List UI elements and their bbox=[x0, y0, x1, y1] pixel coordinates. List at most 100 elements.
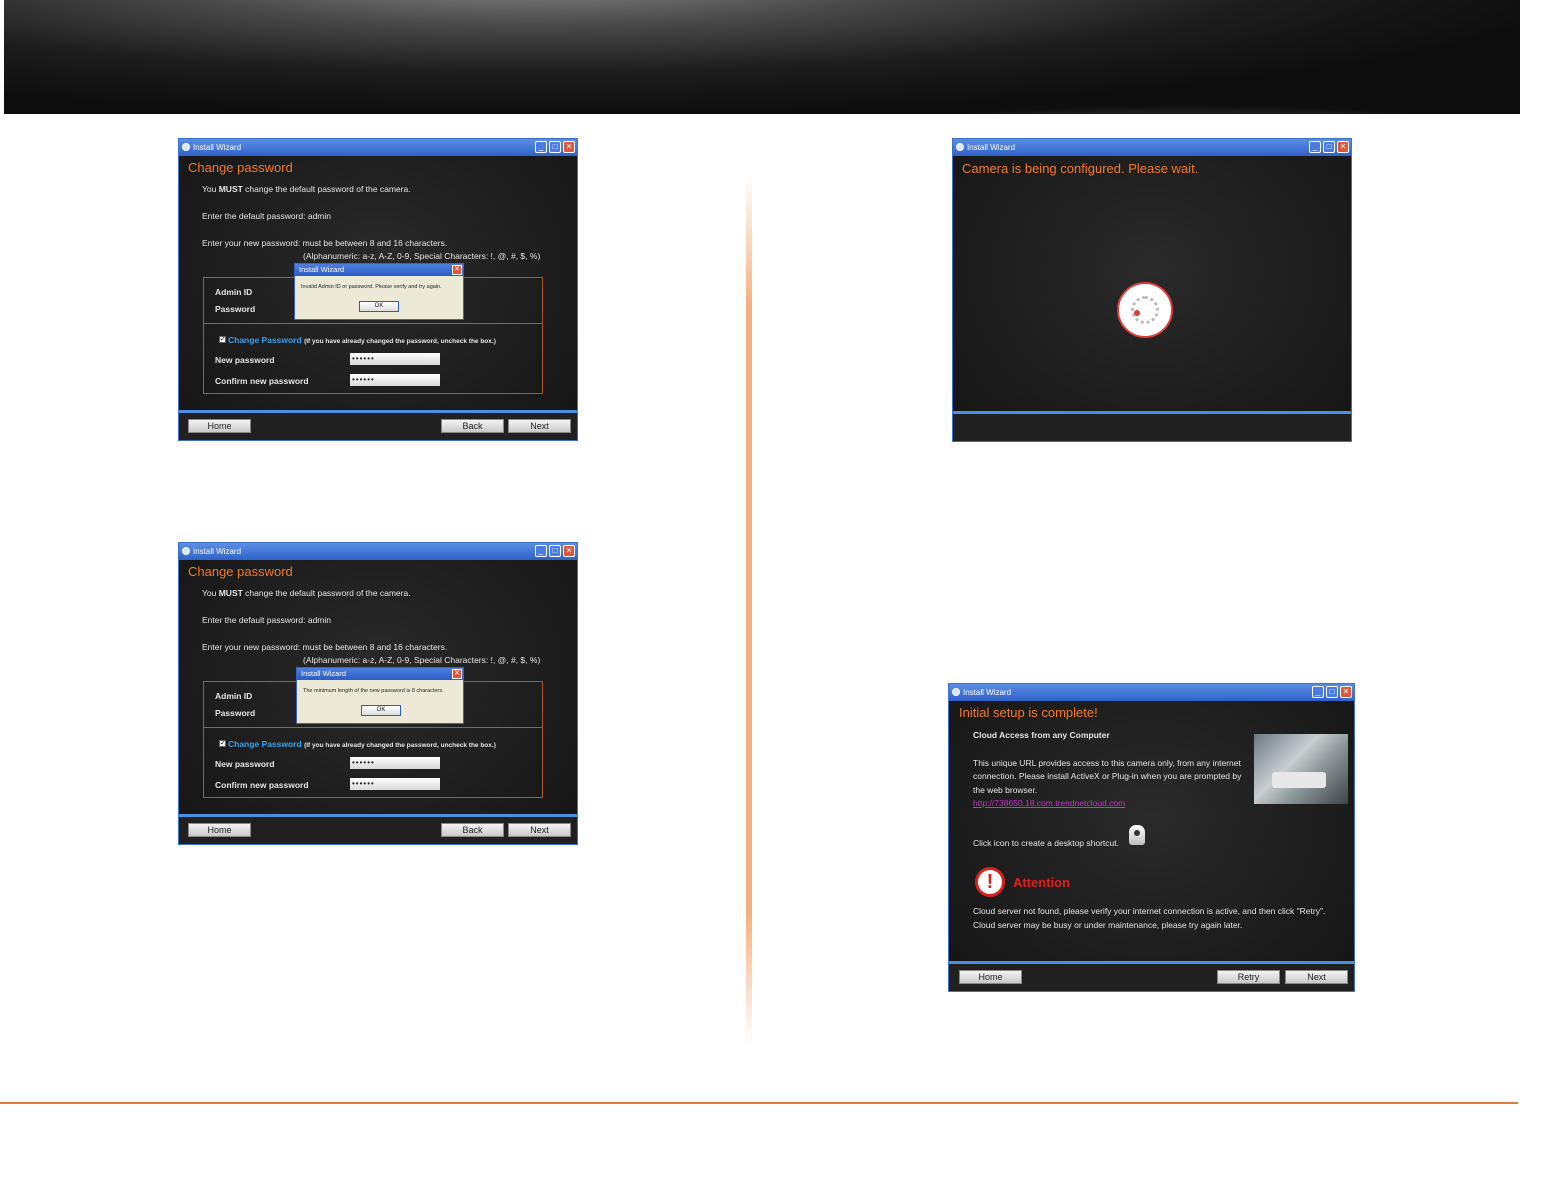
install-wizard-window-3: Install Wizard _ □ ✕ Camera is being con… bbox=[952, 138, 1352, 442]
home-button[interactable]: Home bbox=[959, 970, 1022, 984]
button-bar bbox=[953, 414, 1351, 441]
window-title: Install Wizard bbox=[193, 547, 242, 556]
must-post: change the default password of the camer… bbox=[242, 588, 411, 598]
change-password-label[interactable]: Change Password bbox=[228, 739, 302, 749]
new-password-rule: Enter your new password: must be between… bbox=[202, 642, 448, 652]
change-password-label[interactable]: Change Password bbox=[228, 335, 302, 345]
window-body: Initial setup is complete! Cloud Access … bbox=[949, 701, 1354, 991]
dialog-title[interactable]: Install Wizard bbox=[295, 264, 463, 276]
confirm-password-input[interactable]: •••••• bbox=[350, 374, 440, 386]
box-separator bbox=[204, 323, 542, 324]
close-icon[interactable]: ✕ bbox=[1340, 686, 1352, 698]
attention-label: Attention bbox=[1013, 875, 1071, 890]
allowed-characters: (Alphanumeric: a-z, A-Z, 0-9, Special Ch… bbox=[303, 655, 541, 665]
home-button[interactable]: Home bbox=[188, 419, 251, 433]
cloud-text-line-3: the web browser. bbox=[973, 785, 1038, 795]
dialog-message: The minimum length of the new password i… bbox=[303, 688, 444, 694]
cloud-url-link[interactable]: http://738650.18.com.trendnetcloud.com bbox=[973, 798, 1125, 808]
minimize-icon[interactable]: _ bbox=[535, 141, 547, 153]
app-icon bbox=[182, 143, 190, 151]
new-password-input[interactable]: •••••• bbox=[350, 353, 440, 365]
page-title: Initial setup is complete! bbox=[959, 705, 1098, 720]
close-icon[interactable]: ✕ bbox=[563, 545, 575, 557]
change-password-note: (If you have already changed the passwor… bbox=[304, 338, 496, 345]
install-wizard-window-1: Install Wizard _ □ ✕ Change password You… bbox=[178, 138, 578, 441]
title-bar[interactable]: Install Wizard _ □ ✕ bbox=[949, 684, 1354, 701]
back-button[interactable]: Back bbox=[441, 823, 504, 837]
page-title: Change password bbox=[188, 564, 293, 579]
error-dialog: Install Wizard ✕ Invalid Admin ID or pas… bbox=[294, 263, 464, 320]
confirm-password-label: Confirm new password bbox=[215, 780, 309, 790]
app-icon bbox=[182, 547, 190, 555]
loading-spinner-icon bbox=[1117, 282, 1173, 338]
change-password-row: Change Password (If you have already cha… bbox=[228, 739, 496, 749]
close-icon[interactable]: ✕ bbox=[563, 141, 575, 153]
allowed-characters: (Alphanumeric: a-z, A-Z, 0-9, Special Ch… bbox=[303, 251, 541, 261]
confirm-password-input[interactable]: •••••• bbox=[350, 778, 440, 790]
dialog-title[interactable]: Install Wizard bbox=[297, 668, 463, 680]
must-change-text: You MUST change the default password of … bbox=[202, 588, 411, 598]
title-bar[interactable]: Install Wizard _ □ ✕ bbox=[953, 139, 1351, 156]
window-controls: _ □ ✕ bbox=[1309, 141, 1349, 154]
password-label: Password bbox=[215, 304, 256, 314]
maximize-icon[interactable]: □ bbox=[1326, 686, 1338, 698]
cloud-access-heading: Cloud Access from any Computer bbox=[973, 730, 1110, 740]
window-title: Install Wizard bbox=[963, 688, 1012, 697]
maximize-icon[interactable]: □ bbox=[549, 141, 561, 153]
cloud-text-line-2: connection. Please install ActiveX or Pl… bbox=[973, 771, 1242, 781]
page-title: Camera is being configured. Please wait. bbox=[962, 161, 1199, 176]
home-button[interactable]: Home bbox=[188, 823, 251, 837]
window-controls: _ □ ✕ bbox=[535, 545, 575, 558]
close-icon[interactable]: ✕ bbox=[1337, 141, 1349, 153]
change-password-checkbox[interactable]: ✓ bbox=[219, 740, 226, 747]
must-bold: MUST bbox=[218, 184, 243, 194]
window-body: Camera is being configured. Please wait. bbox=[953, 156, 1351, 441]
dialog-ok-button[interactable]: OK bbox=[361, 705, 401, 716]
must-pre: You bbox=[202, 588, 219, 598]
new-password-rule: Enter your new password: must be between… bbox=[202, 238, 448, 248]
maximize-icon[interactable]: □ bbox=[549, 545, 561, 557]
install-wizard-window-4: Install Wizard _ □ ✕ Initial setup is co… bbox=[948, 683, 1355, 992]
page-divider bbox=[746, 175, 752, 1045]
cloud-text-line-1: This unique URL provides access to this … bbox=[973, 758, 1241, 768]
next-button[interactable]: Next bbox=[508, 823, 571, 837]
footer-line bbox=[0, 1102, 1518, 1104]
must-pre: You bbox=[202, 184, 219, 194]
dialog-ok-button[interactable]: OK bbox=[359, 301, 399, 312]
box-separator bbox=[204, 727, 542, 728]
admin-id-label: Admin ID bbox=[215, 287, 253, 297]
minimize-icon[interactable]: _ bbox=[535, 545, 547, 557]
warning-line-2: Cloud server may be busy or under mainte… bbox=[973, 920, 1243, 930]
back-button[interactable]: Back bbox=[441, 419, 504, 433]
title-bar[interactable]: Install Wizard _ □ ✕ bbox=[179, 543, 577, 560]
must-bold: MUST bbox=[218, 588, 243, 598]
window-title: Install Wizard bbox=[193, 143, 242, 152]
dialog-close-icon[interactable]: ✕ bbox=[452, 669, 462, 679]
shortcut-text: Click icon to create a desktop shortcut. bbox=[973, 838, 1119, 848]
admin-id-label: Admin ID bbox=[215, 691, 253, 701]
next-button[interactable]: Next bbox=[1285, 970, 1348, 984]
retry-button[interactable]: Retry bbox=[1217, 970, 1280, 984]
title-bar[interactable]: Install Wizard _ □ ✕ bbox=[179, 139, 577, 156]
next-button[interactable]: Next bbox=[508, 419, 571, 433]
minimize-icon[interactable]: _ bbox=[1309, 141, 1321, 153]
page-title: Change password bbox=[188, 160, 293, 175]
change-password-checkbox[interactable]: ✓ bbox=[219, 336, 226, 343]
dialog-close-icon[interactable]: ✕ bbox=[452, 265, 462, 275]
warning-icon: ! bbox=[975, 867, 1005, 897]
window-controls: _ □ ✕ bbox=[535, 141, 575, 154]
camera-view-image bbox=[1254, 734, 1348, 804]
new-password-label: New password bbox=[215, 759, 275, 769]
dialog-message: Invalid Admin ID or password. Please ver… bbox=[301, 284, 442, 290]
new-password-label: New password bbox=[215, 355, 275, 365]
maximize-icon[interactable]: □ bbox=[1323, 141, 1335, 153]
window-title: Install Wizard bbox=[967, 143, 1016, 152]
minimize-icon[interactable]: _ bbox=[1312, 686, 1324, 698]
app-icon bbox=[952, 688, 960, 696]
new-password-input[interactable]: •••••• bbox=[350, 757, 440, 769]
error-dialog: Install Wizard ✕ The minimum length of t… bbox=[296, 667, 464, 724]
header-banner bbox=[4, 0, 1520, 114]
camera-shortcut-icon[interactable] bbox=[1129, 825, 1145, 845]
change-password-row: Change Password (If you have already cha… bbox=[228, 335, 496, 345]
install-wizard-window-2: Install Wizard _ □ ✕ Change password You… bbox=[178, 542, 578, 845]
